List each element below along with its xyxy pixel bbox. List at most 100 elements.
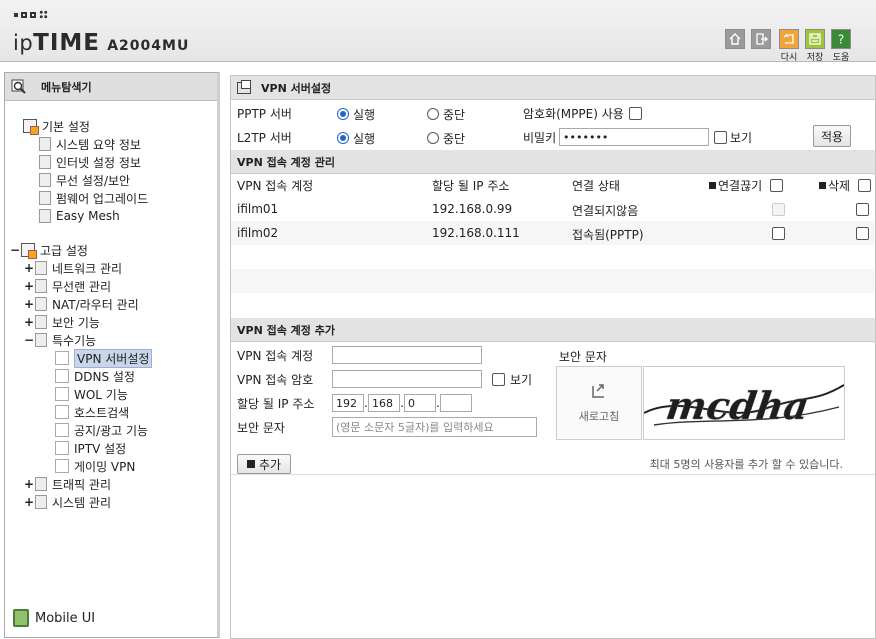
main-panel: VPN 서버설정 PPTP 서버 실행 중단 암호화(MPPE) 사용 L2TP… [230, 75, 876, 639]
vpn-server-header: VPN 서버설정 [231, 76, 875, 100]
tree-item-internet-settings[interactable]: 인터넷 설정 정보 [39, 153, 141, 171]
tree-label: 게이밍 VPN [74, 459, 136, 474]
tree-label: 보안 기능 [52, 315, 100, 330]
accounts-table-header: VPN 접속 계정 할당 될 IP 주소 연결 상태 연결끊기 삭제 [237, 174, 876, 196]
delete-checkbox[interactable] [856, 203, 869, 216]
header-bar: ipTIME A2004MU 다시 저장 ? 도움 [0, 0, 876, 63]
ip-octet-3[interactable]: 0 [404, 394, 436, 412]
captcha-image: mcdha [643, 366, 845, 440]
page-icon [55, 405, 69, 419]
l2tp-stop-radio[interactable]: 중단 [427, 127, 465, 149]
delete-checkbox[interactable] [856, 227, 869, 240]
lock-page-icon [35, 315, 47, 329]
home-icon[interactable] [725, 29, 745, 49]
page-icon [55, 459, 69, 473]
account-input[interactable] [332, 346, 482, 364]
expand-icon[interactable]: + [23, 495, 35, 509]
tree-label: DDNS 설정 [74, 369, 135, 384]
apply-button[interactable]: 적용 [813, 125, 851, 147]
delete-all-checkbox[interactable] [858, 178, 872, 192]
show-label: 보기 [730, 130, 753, 145]
secret-show-checkbox[interactable] [714, 130, 727, 144]
captcha-refresh-button[interactable]: 새로고침 [556, 366, 642, 440]
mppe-row: 암호화(MPPE) 사용 [523, 102, 642, 124]
tree-item-gaming-vpn[interactable]: 게이밍 VPN [55, 457, 135, 475]
ip-octet-2[interactable]: 168 [368, 394, 400, 412]
tree-group-network[interactable]: + 네트워크 관리 [23, 259, 122, 277]
add-ip-row: 할당 될 IP 주소 192 . 168 . 0 . [237, 392, 472, 414]
delete-header: 삭제 [819, 177, 872, 194]
tree-label: WOL 기능 [74, 387, 128, 402]
pptp-run-radio[interactable]: 실행 [337, 103, 375, 125]
tree-item-firmware-upgrade[interactable]: 펌웨어 업그레이드 [39, 189, 148, 207]
password-input[interactable] [332, 370, 482, 388]
tree-label: 특수기능 [52, 333, 97, 348]
tree-item-ddns[interactable]: DDNS 설정 [55, 367, 135, 385]
wireless-page-icon [35, 279, 47, 293]
ip-label: 할당 될 IP 주소 [237, 396, 315, 411]
mobile-ui-link[interactable]: Mobile UI [13, 609, 95, 627]
mppe-checkbox[interactable] [628, 106, 642, 120]
folder-icon [21, 243, 37, 259]
password-show-checkbox[interactable] [492, 372, 505, 386]
tree-group-special[interactable]: − 특수기능 [23, 331, 96, 349]
tree-item-system-summary[interactable]: 시스템 요약 정보 [39, 135, 141, 153]
account-cell: ifilm02 [237, 226, 279, 240]
expand-icon[interactable]: + [23, 261, 35, 275]
mesh-page-icon [39, 209, 51, 223]
refresh-label: 새로고침 [578, 410, 620, 423]
brand-main: TIME [33, 30, 101, 56]
system-page-icon [35, 495, 47, 509]
captcha-input[interactable]: (영문 소문자 5글자)를 입력하세요 [332, 417, 537, 437]
tree-item-easy-mesh[interactable]: Easy Mesh [39, 207, 120, 225]
expand-icon[interactable]: + [23, 279, 35, 293]
tree-advanced-settings[interactable]: − 고급 설정 [9, 241, 88, 259]
disconnect-checkbox[interactable] [772, 227, 785, 240]
collapse-icon[interactable]: − [9, 243, 21, 257]
tree-group-nat[interactable]: + NAT/라우터 관리 [23, 295, 139, 313]
tree-item-wireless-security[interactable]: 무선 설정/보안 [39, 171, 130, 189]
traffic-page-icon [35, 477, 47, 491]
tree-group-traffic[interactable]: + 트래픽 관리 [23, 475, 111, 493]
tree-item-host-search[interactable]: 호스트검색 [55, 403, 129, 421]
radio[interactable] [427, 132, 439, 144]
radio[interactable] [427, 108, 439, 120]
window-icon [237, 79, 251, 94]
radio-selected[interactable] [337, 108, 349, 120]
save-icon[interactable] [805, 29, 825, 49]
pptp-row: PPTP 서버 [237, 102, 292, 124]
special-page-icon [35, 333, 47, 347]
logout-icon[interactable] [751, 29, 771, 49]
disconnect-all-checkbox[interactable] [770, 178, 784, 192]
chart-page-icon [39, 137, 51, 151]
tree-item-notice-ads[interactable]: 공지/광고 기능 [55, 421, 148, 439]
tree-basic-settings[interactable]: 기본 설정 [23, 117, 90, 135]
tree-group-security[interactable]: + 보안 기능 [23, 313, 100, 331]
monitor-page-icon [39, 155, 51, 169]
magnifier-icon [11, 79, 26, 94]
pptp-stop-radio[interactable]: 중단 [427, 103, 465, 125]
l2tp-run-radio[interactable]: 실행 [337, 127, 375, 149]
ip-octet-1[interactable]: 192 [332, 394, 364, 412]
ip-octet-4[interactable] [440, 394, 472, 412]
tree-item-wol[interactable]: WOL 기능 [55, 385, 128, 403]
collapse-icon[interactable]: − [23, 333, 35, 347]
account-cell: ifilm01 [237, 202, 279, 216]
expand-icon[interactable]: + [23, 315, 35, 329]
tree-item-vpn-server[interactable]: VPN 서버설정 [55, 348, 153, 368]
help-icon[interactable]: ? [831, 29, 851, 49]
tree-item-iptv[interactable]: IPTV 설정 [55, 439, 126, 457]
expand-icon[interactable]: + [23, 477, 35, 491]
reload-label: 다시 [780, 53, 798, 63]
tree-group-wireless[interactable]: + 무선랜 관리 [23, 277, 111, 295]
reload-icon[interactable] [779, 29, 799, 49]
expand-icon[interactable]: + [23, 297, 35, 311]
network-page-icon [35, 261, 47, 275]
tree-label: Easy Mesh [56, 209, 120, 223]
add-account-button[interactable]: 추가 [237, 454, 291, 474]
radio-selected[interactable] [337, 132, 349, 144]
tree-group-system[interactable]: + 시스템 관리 [23, 493, 111, 511]
secret-row: 비밀키 ••••••• 보기 [523, 126, 752, 148]
tree-label: 고급 설정 [40, 243, 88, 258]
secret-input[interactable]: ••••••• [559, 128, 709, 146]
